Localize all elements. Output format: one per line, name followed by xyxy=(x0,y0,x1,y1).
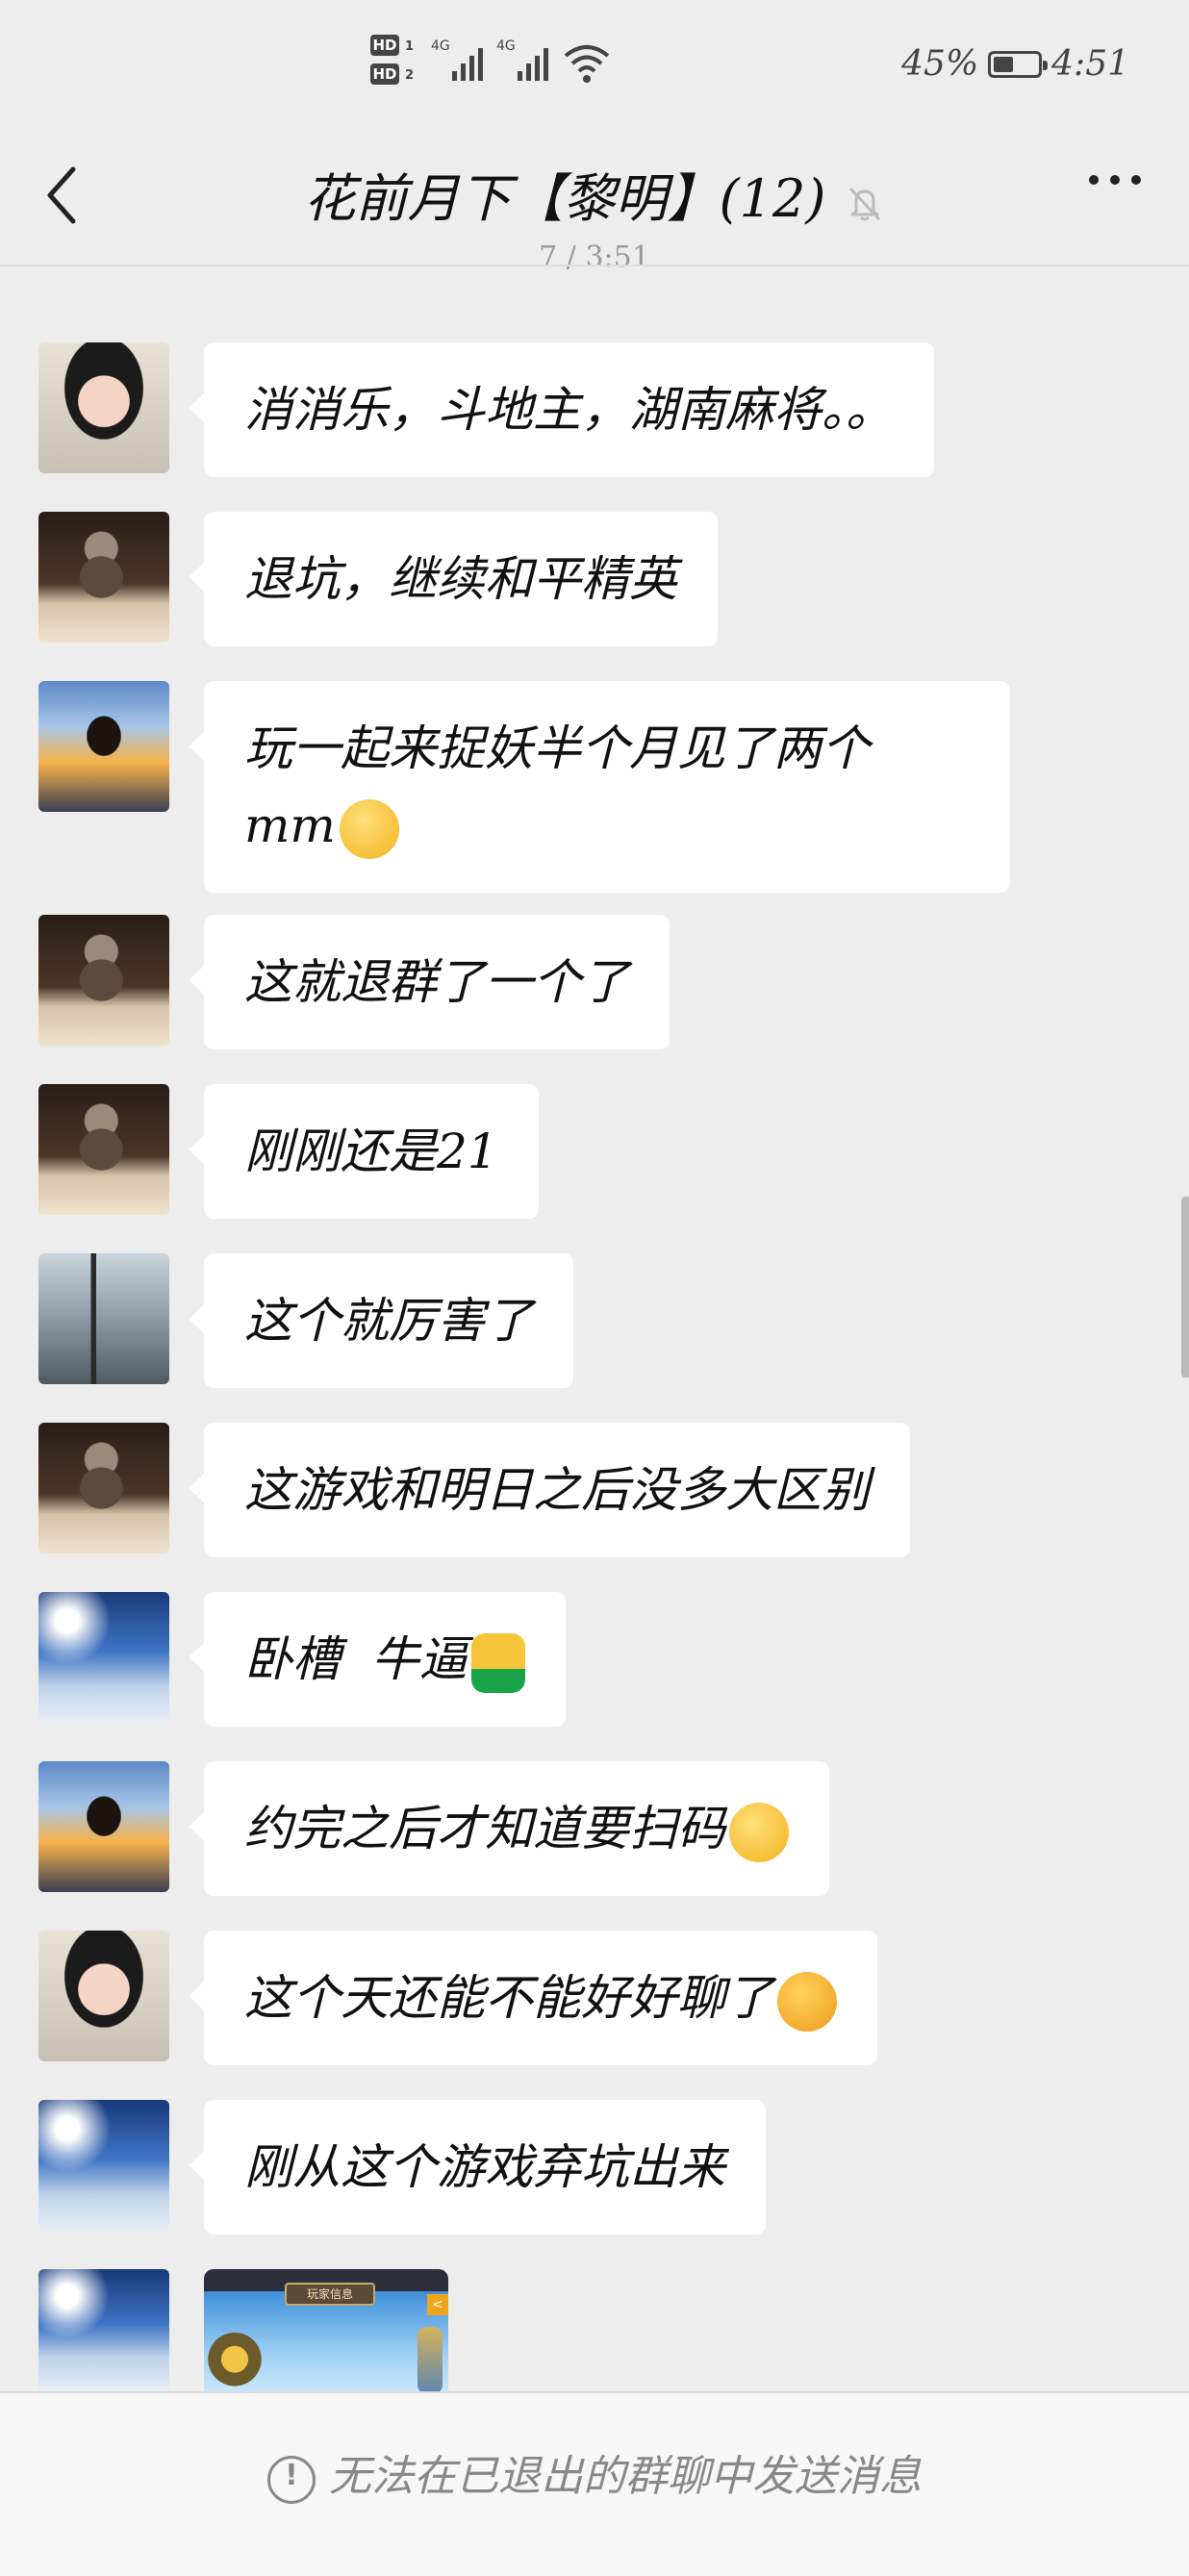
more-options-icon[interactable] xyxy=(1089,175,1141,185)
message-bubble[interactable]: 消消乐，斗地主，湖南麻将。。 xyxy=(189,342,934,477)
hd-indicators: HD 1 HD 2 xyxy=(370,35,424,92)
angry-emoji-icon xyxy=(777,1972,837,2032)
image-emblem-right xyxy=(417,2327,443,2391)
avatar[interactable] xyxy=(38,1084,169,1215)
chat-title: 花前月下【黎明】(12) xyxy=(303,168,826,229)
message-bubble[interactable]: 退坑，继续和平精英 xyxy=(189,512,718,646)
avatar[interactable] xyxy=(38,512,169,643)
header-divider xyxy=(0,265,1189,266)
message-bubble[interactable]: 玩一起来捉妖半个月见了两个 mm xyxy=(189,681,1010,893)
message-bubble[interactable]: 约完之后才知道要扫码 xyxy=(189,1761,829,1896)
message-row: 这就退群了一个了 xyxy=(38,915,670,1049)
hd2-badge: HD 2 xyxy=(370,63,414,85)
avatar[interactable] xyxy=(38,2269,169,2391)
status-right: 45% 4:51 xyxy=(901,44,1129,84)
signal-2-icon: 4G xyxy=(496,38,554,81)
exited-group-notice: ! 无法在已退出的群聊中发送消息 xyxy=(0,2441,1189,2504)
image-emblem xyxy=(208,2331,262,2391)
dizzy-emoji-icon xyxy=(729,1803,789,1862)
avatar[interactable] xyxy=(38,1931,169,2061)
battery-icon xyxy=(988,50,1049,78)
message-row: 退坑，继续和平精英 xyxy=(38,512,718,646)
message-row: 玩家信息 < xyxy=(38,2269,448,2391)
message-row: 这游戏和明日之后没多大区别 xyxy=(38,1423,910,1557)
battery-percent: 45% xyxy=(901,44,979,84)
notice-text: 无法在已退出的群聊中发送消息 xyxy=(329,2452,922,2501)
avatar[interactable] xyxy=(38,2100,169,2231)
clock: 4:51 xyxy=(1051,44,1129,84)
grin-emoji-icon xyxy=(339,799,399,859)
message-bubble[interactable]: 这游戏和明日之后没多大区别 xyxy=(189,1423,910,1557)
message-row: 消消乐，斗地主，湖南麻将。。 xyxy=(38,342,934,477)
avatar[interactable] xyxy=(38,1592,169,1723)
avatar[interactable] xyxy=(38,681,169,812)
message-bubble[interactable]: 这就退群了一个了 xyxy=(189,915,670,1049)
message-row: 这个就厉害了 xyxy=(38,1253,573,1388)
message-bubble[interactable]: 刚刚还是21 xyxy=(189,1084,539,1219)
avatar[interactable] xyxy=(38,1423,169,1553)
hd1-badge: HD 1 xyxy=(370,35,414,56)
footer-bar: ! 无法在已退出的群聊中发送消息 xyxy=(0,2391,1189,2576)
avatar[interactable] xyxy=(38,1761,169,1892)
status-bar: HD 1 HD 2 4G 4G 45% 4:51 xyxy=(0,0,1189,135)
timestamp-partial: 7 / 3:51 xyxy=(539,240,650,274)
mute-bell-icon xyxy=(849,187,881,221)
message-row: 卧槽 牛逼 xyxy=(38,1592,566,1727)
message-bubble[interactable]: 刚从这个游戏弃坑出来 xyxy=(189,2100,766,2235)
scrollbar[interactable] xyxy=(1181,1197,1189,1377)
info-icon: ! xyxy=(267,2455,316,2504)
avatar[interactable] xyxy=(38,342,169,473)
signal-1-icon: 4G xyxy=(431,38,489,81)
avatar[interactable] xyxy=(38,1253,169,1384)
image-message[interactable]: 玩家信息 < xyxy=(204,2269,448,2391)
image-banner-text: 玩家信息 xyxy=(285,2283,375,2306)
image-corner-arrow: < xyxy=(427,2294,448,2315)
message-bubble[interactable]: 这个天还能不能好好聊了 xyxy=(189,1931,877,2065)
message-bubble[interactable]: 卧槽 牛逼 xyxy=(189,1592,566,1727)
message-bubble[interactable]: 这个就厉害了 xyxy=(189,1253,573,1388)
message-row: 玩一起来捉妖半个月见了两个 mm xyxy=(38,681,1010,893)
message-row: 约完之后才知道要扫码 xyxy=(38,1761,829,1896)
message-row: 刚从这个游戏弃坑出来 xyxy=(38,2100,766,2235)
avatar[interactable] xyxy=(38,915,169,1046)
message-row: 这个天还能不能好好聊了 xyxy=(38,1931,877,2065)
message-row: 刚刚还是21 xyxy=(38,1084,539,1219)
chat-title-wrap: 花前月下【黎明】(12) xyxy=(0,156,1189,232)
thumbs-up-emoji-icon xyxy=(470,1633,525,1693)
wifi-icon xyxy=(564,45,610,83)
